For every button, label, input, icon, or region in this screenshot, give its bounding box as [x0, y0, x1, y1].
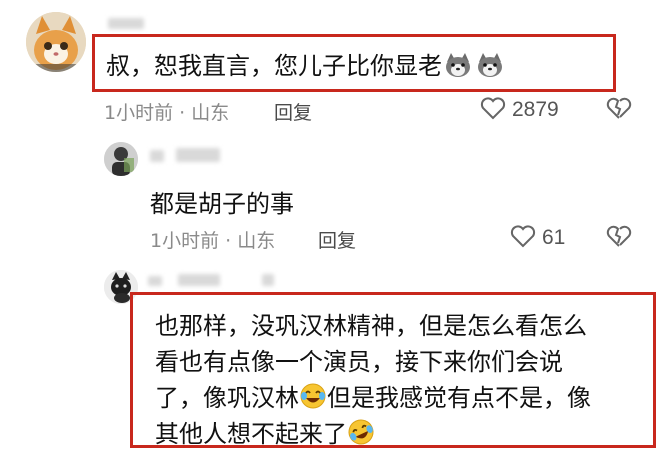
dislike-button[interactable]	[606, 224, 632, 252]
heart-icon	[510, 225, 536, 248]
reply-button[interactable]: 回复	[318, 226, 356, 253]
comment-line: 看也有点像一个演员，接下来你们会说	[155, 348, 563, 376]
username-redacted[interactable]	[150, 150, 164, 162]
reply-button[interactable]: 回复	[274, 98, 312, 125]
highlighted-comment-box: 也那样，没巩汉林精神，但是怎么看怎么 看也有点像一个演员，接下来你们会说 了，像…	[130, 292, 656, 448]
like-button[interactable]	[510, 224, 536, 252]
username-redacted[interactable]	[108, 18, 144, 29]
comment-line: 了，像巩汉林	[155, 384, 299, 412]
username-redacted[interactable]	[178, 274, 220, 286]
comment-text: 叔，恕我直言，您儿子比你显老	[106, 46, 506, 84]
reply-time-location: 1小时前 · 山东	[150, 230, 276, 252]
dislike-button[interactable]	[606, 96, 632, 124]
comment-time-location: 1小时前 · 山东	[104, 102, 230, 124]
comment-line-group: 其他人想不起来了	[155, 414, 375, 452]
comment-line-group: 了，像巩汉林 但是我感觉有点不是，像	[155, 378, 591, 416]
reply-body: 都是胡子的事	[150, 190, 294, 218]
heart-icon	[480, 97, 506, 120]
rofl-emoji-icon	[347, 418, 375, 452]
like-count: 2879	[512, 98, 559, 121]
like-button[interactable]	[480, 96, 506, 124]
cat-avatar-image	[26, 12, 86, 72]
like-count: 61	[542, 226, 566, 249]
joy-emoji-icon	[299, 382, 327, 416]
comment-line: 其他人想不起来了	[155, 420, 347, 448]
username-redacted[interactable]	[262, 274, 274, 286]
username-redacted[interactable]	[148, 276, 162, 286]
broken-heart-icon	[606, 225, 632, 247]
avatar-cat[interactable]	[26, 12, 86, 72]
avatar-user[interactable]	[104, 142, 138, 176]
comment-body: 叔，恕我直言，您儿子比你显老	[106, 52, 442, 80]
person-avatar-image	[104, 142, 138, 176]
dog-emoji-icon	[474, 52, 506, 84]
broken-heart-icon	[606, 97, 632, 119]
comment-line: 但是我感觉有点不是，像	[327, 384, 591, 412]
username-redacted[interactable]	[176, 148, 220, 162]
dog-emoji-icon	[442, 52, 474, 84]
comment-line: 也那样，没巩汉林精神，但是怎么看怎么	[155, 312, 587, 340]
